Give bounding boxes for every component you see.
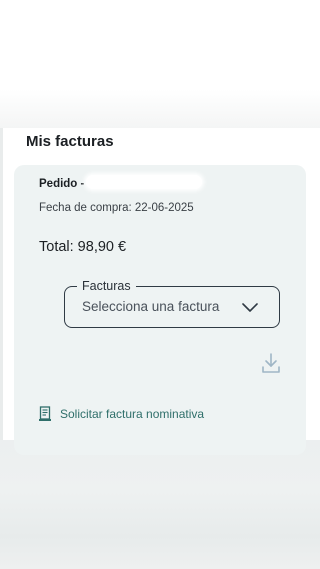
invoice-select[interactable]: Facturas Selecciona una factura bbox=[64, 279, 280, 328]
order-number: - bbox=[80, 178, 85, 190]
download-icon[interactable] bbox=[260, 351, 282, 375]
order-label: Pedido bbox=[39, 178, 81, 190]
order-card: Pedido - Fecha de compra: 22-06-2025 Tot… bbox=[14, 165, 306, 455]
invoice-select-label: Facturas bbox=[77, 279, 136, 293]
page-title: Mis facturas bbox=[26, 133, 114, 150]
purchase-date: Fecha de compra: 22-06-2025 bbox=[39, 202, 194, 214]
request-nominative-invoice-link[interactable]: Solicitar factura nominativa bbox=[38, 405, 204, 423]
chevron-down-icon bbox=[242, 303, 258, 312]
request-nominative-invoice-label: Solicitar factura nominativa bbox=[60, 407, 205, 421]
document-icon bbox=[39, 406, 51, 421]
redaction-mark bbox=[86, 175, 202, 189]
top-empty-area bbox=[0, 0, 320, 128]
order-total: Total: 98,90 € bbox=[39, 239, 127, 255]
bottom-empty-area bbox=[0, 440, 320, 569]
invoice-select-placeholder: Selecciona una factura bbox=[82, 299, 220, 314]
order-number-line: Pedido - bbox=[39, 178, 84, 190]
